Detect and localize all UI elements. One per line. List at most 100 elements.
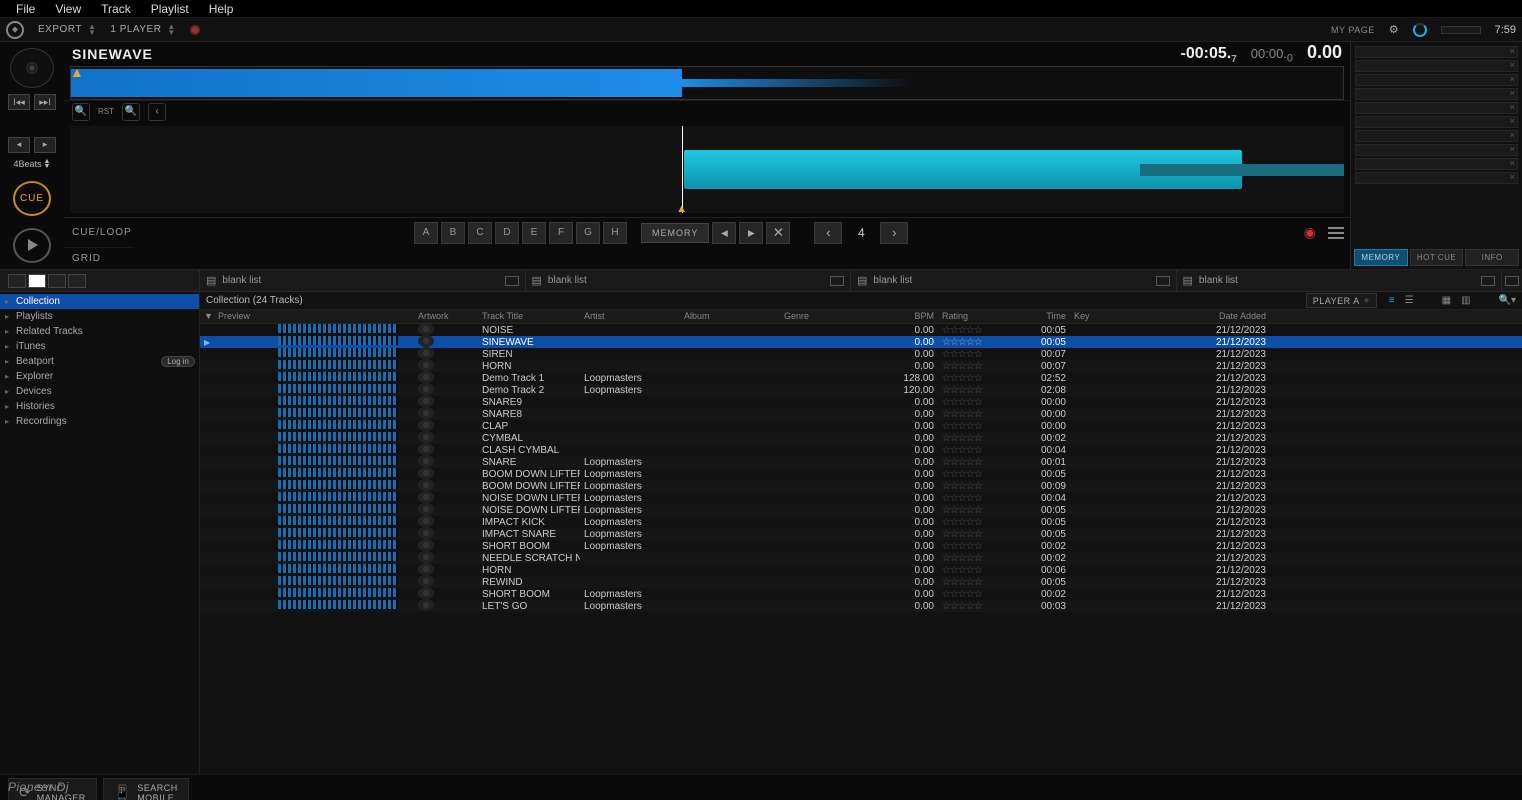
preview-waveform[interactable] [278, 456, 398, 465]
close-icon[interactable]: × [1510, 46, 1515, 56]
prev-track-button[interactable]: I◂◂ [8, 94, 30, 110]
menu-file[interactable]: File [6, 0, 45, 18]
menu-playlist[interactable]: Playlist [141, 0, 199, 18]
preview-waveform[interactable] [278, 576, 398, 585]
rating-stars[interactable]: ☆☆☆☆☆ [942, 469, 982, 480]
player-count-select[interactable]: 1 PLAYER▲▼ [110, 24, 175, 36]
col-preview[interactable]: Preview [214, 310, 414, 323]
col-date[interactable]: Date Added [1170, 310, 1270, 323]
close-icon[interactable]: × [1510, 88, 1515, 98]
preview-waveform[interactable] [278, 468, 398, 477]
preview-waveform[interactable] [278, 528, 398, 537]
view-cover-icon[interactable]: ▥ [1461, 295, 1470, 306]
search-mobile-button[interactable]: 📱 SEARCHMOBILE [103, 778, 189, 800]
sidebar-item-collection[interactable]: Collection [0, 294, 199, 309]
preview-waveform[interactable] [278, 444, 398, 453]
volume-slider[interactable] [1441, 26, 1481, 34]
rating-stars[interactable]: ☆☆☆☆☆ [942, 349, 982, 360]
rating-stars[interactable]: ☆☆☆☆☆ [942, 385, 982, 396]
rating-stars[interactable]: ☆☆☆☆☆ [942, 325, 982, 336]
hotcue-a-button[interactable]: A [414, 222, 438, 244]
rating-stars[interactable]: ☆☆☆☆☆ [942, 493, 982, 504]
preview-waveform[interactable] [278, 384, 398, 393]
rating-stars[interactable]: ☆☆☆☆☆ [942, 541, 982, 552]
hotcue-g-button[interactable]: G [576, 222, 600, 244]
preview-waveform[interactable] [278, 336, 398, 345]
sidebar-item-histories[interactable]: Histories [0, 399, 199, 414]
next-track-button[interactable]: ▸▸I [34, 94, 56, 110]
rating-stars[interactable]: ☆☆☆☆☆ [942, 589, 982, 600]
pane-2-header[interactable]: ▤ blank list [526, 270, 852, 291]
hotcue-b-button[interactable]: B [441, 222, 465, 244]
memory-slot[interactable]: × [1355, 158, 1518, 170]
close-icon[interactable]: × [1510, 130, 1515, 140]
side-tab-info[interactable]: INFO [1465, 249, 1519, 266]
close-icon[interactable]: × [1510, 158, 1515, 168]
close-icon[interactable]: × [1510, 116, 1515, 126]
view-mode-2[interactable] [28, 274, 46, 288]
zoom-out-icon[interactable]: 🔍 [72, 103, 90, 121]
rating-stars[interactable]: ☆☆☆☆☆ [942, 373, 982, 384]
preview-waveform[interactable] [278, 564, 398, 573]
col-key[interactable]: Key [1070, 310, 1170, 323]
memory-prev-button[interactable]: ◂ [712, 222, 736, 244]
view-detail-icon[interactable]: ☰ [1405, 295, 1414, 306]
rating-stars[interactable]: ☆☆☆☆☆ [942, 481, 982, 492]
record-icon[interactable] [190, 25, 200, 35]
rating-stars[interactable]: ☆☆☆☆☆ [942, 397, 982, 408]
menu-view[interactable]: View [45, 0, 91, 18]
rating-stars[interactable]: ☆☆☆☆☆ [942, 361, 982, 372]
memory-slot[interactable]: × [1355, 116, 1518, 128]
memory-slot[interactable]: × [1355, 60, 1518, 72]
view-list-icon[interactable]: ≡ [1389, 295, 1395, 306]
pane-3-expand-icon[interactable] [1156, 276, 1170, 286]
cue-button[interactable]: CUE [13, 181, 51, 216]
memory-slot[interactable]: × [1355, 88, 1518, 100]
beatport-login-button[interactable]: Log in [161, 356, 195, 367]
pane-3-header[interactable]: ▤ blank list [851, 270, 1177, 291]
side-tab-memory[interactable]: MEMORY [1354, 249, 1408, 266]
close-icon[interactable]: × [1510, 60, 1515, 70]
preview-waveform[interactable] [278, 516, 398, 525]
memory-slot[interactable]: × [1355, 46, 1518, 58]
col-filter[interactable]: ▼ [200, 310, 214, 323]
rating-stars[interactable]: ☆☆☆☆☆ [942, 565, 982, 576]
col-title[interactable]: Track Title [478, 310, 580, 323]
zoom-reset[interactable]: RST [98, 107, 114, 116]
waveform-detail[interactable]: ▲ [70, 126, 1344, 213]
memory-next-button[interactable]: ▸ [739, 222, 763, 244]
player-a-select[interactable]: PLAYER A⋄ [1306, 293, 1377, 308]
memory-slot[interactable]: × [1355, 102, 1518, 114]
rating-stars[interactable]: ☆☆☆☆☆ [942, 421, 982, 432]
beat-right-button[interactable]: ▸ [34, 137, 56, 153]
collapse-left-icon[interactable]: ‹ [148, 103, 166, 121]
rating-stars[interactable]: ☆☆☆☆☆ [942, 337, 982, 348]
record-cue-icon[interactable]: ◉ [1304, 224, 1316, 241]
preview-waveform[interactable] [278, 552, 398, 561]
export-button[interactable]: EXPORT▲▼ [38, 24, 96, 36]
sidebar-item-devices[interactable]: Devices [0, 384, 199, 399]
hotcue-f-button[interactable]: F [549, 222, 573, 244]
menu-help[interactable]: Help [199, 0, 244, 18]
preview-waveform[interactable] [278, 492, 398, 501]
close-icon[interactable]: × [1510, 74, 1515, 84]
gear-icon[interactable]: ⚙ [1389, 23, 1399, 36]
pane-4-header[interactable]: ▤ blank list [1177, 270, 1503, 291]
preview-waveform[interactable] [278, 540, 398, 549]
rating-stars[interactable]: ☆☆☆☆☆ [942, 409, 982, 420]
close-icon[interactable]: × [1510, 172, 1515, 182]
preview-waveform[interactable] [278, 348, 398, 357]
memory-slot[interactable]: × [1355, 130, 1518, 142]
page-next-button[interactable]: › [880, 222, 908, 244]
rating-stars[interactable]: ☆☆☆☆☆ [942, 505, 982, 516]
preview-waveform[interactable] [278, 420, 398, 429]
hotcue-e-button[interactable]: E [522, 222, 546, 244]
sidebar-item-itunes[interactable]: iTunes [0, 339, 199, 354]
pane-global-expand-icon[interactable] [1505, 276, 1519, 286]
preview-waveform[interactable] [278, 396, 398, 405]
page-prev-button[interactable]: ‹ [814, 222, 842, 244]
pane-1-header[interactable]: ▤ blank list [200, 270, 526, 291]
memory-delete-button[interactable]: ✕ [766, 222, 790, 244]
sidebar-item-explorer[interactable]: Explorer [0, 369, 199, 384]
preview-waveform[interactable] [278, 324, 398, 333]
